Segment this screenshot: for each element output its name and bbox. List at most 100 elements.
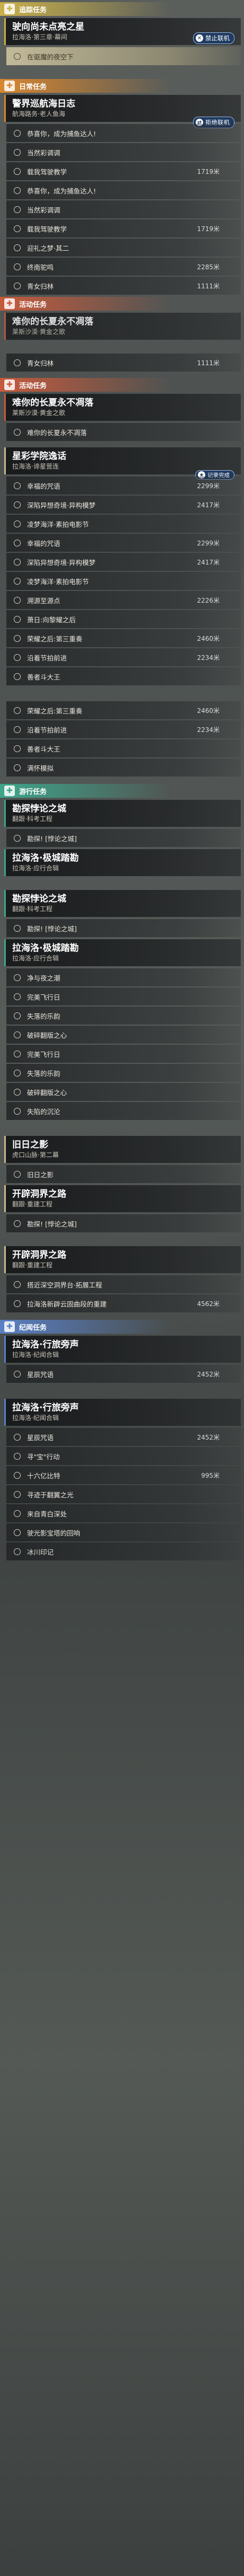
objective-row[interactable]: 沿着节拍前进 2234米 [6, 720, 241, 738]
quest-card-divine-1[interactable]: 拉海洛·行旅旁声 拉海洛·纪闻合辑 [4, 1336, 241, 1363]
quest-card-roam-3[interactable]: 勘探悖论之城 翻跟·科考工程 [4, 890, 241, 917]
objective-row[interactable]: 拉海洛新辟云固曲段的重建 4562米 [6, 1294, 241, 1312]
section-roaming[interactable]: ✚ 游行任务 [0, 784, 244, 798]
quest-card-divine-2[interactable]: 拉海洛·行旅旁声 拉海洛·纪闻合辑 [4, 1399, 241, 1426]
objective-row[interactable]: 青女归林 1111米 [6, 277, 241, 295]
objective-row[interactable]: 善者斗大王 [6, 739, 241, 757]
objective-row[interactable]: 恭喜你，成为捕鱼达人! [6, 124, 241, 142]
quest-card-shadow[interactable]: 旧日之影 虎口山脉·第二幕 [4, 1136, 241, 1163]
objective-check-icon [14, 359, 21, 366]
objective-label: 破碎翻版之心 [27, 1088, 67, 1097]
quest-title: 警界巡航海日志 [12, 99, 75, 109]
objective-row[interactable]: 凌梦海洋·素拍电影节 [6, 515, 241, 533]
objective-label: 善者斗大王 [27, 745, 60, 753]
objective-row[interactable]: 难你的长夏永不凋落 [6, 423, 241, 441]
objective-row[interactable]: 星辰咒语 2452米 [6, 1365, 241, 1383]
objective-label: 寻迹于翻翼之光 [27, 1490, 74, 1499]
objective-check-icon [14, 482, 21, 489]
tracked-objective[interactable]: 在驱魔的夜空下 ✕ 禁止联机 [6, 32, 241, 65]
objective-row[interactable]: 失落的乐韵 [6, 1064, 241, 1082]
objective-row[interactable]: 破碎翻版之心 [6, 1083, 241, 1101]
objective-row[interactable]: 载我驾驶教学 1719米 [6, 219, 241, 237]
objective-row[interactable]: 深陷异想奇境·异构模梦 2417米 [6, 553, 241, 571]
objective-label: 完美飞行日 [27, 993, 60, 1001]
objective-distance: 2417米 [197, 558, 220, 566]
section-title: 活动任务 [19, 301, 47, 309]
plus-icon: ✚ [4, 380, 15, 390]
quest-card-roam-1[interactable]: 勘探悖论之城 翻跟·科考工程 [4, 800, 241, 827]
quest-card-star[interactable]: 星彩学院逸话 拉海洛·谛星营连 ★ 记录完成 [4, 447, 241, 480]
objective-row[interactable]: 失陷的沉沦 [6, 1102, 241, 1120]
objective-label: 勘探! [悖论之城] [27, 834, 77, 843]
objective-row[interactable]: 十六亿比特 995米 [6, 1466, 241, 1484]
objective-row[interactable]: 驶光影宝塔的回响 [6, 1523, 241, 1541]
objective-row[interactable]: 幸福的咒语 2299米 [6, 534, 241, 552]
objective-row[interactable]: 载我驾驶教学 1719米 [6, 162, 241, 180]
objective-row[interactable]: 荣耀之后:第三重奏 2460米 [6, 701, 241, 719]
objective-row[interactable]: 旧日之影 [6, 1165, 241, 1183]
objective-label: 幸福的咒语 [27, 539, 60, 548]
objective-check-icon [14, 225, 21, 232]
section-event-2[interactable]: ✚ 活动任务 [0, 378, 244, 392]
objective-label: 恭喜你，成为捕鱼达人! [27, 187, 97, 195]
section-tracked[interactable]: ✚ 追踪任务 [0, 2, 244, 16]
objective-check-icon [14, 673, 21, 680]
objective-row[interactable]: 勘探! [悖论之城] [6, 919, 241, 937]
quest-card-event-2[interactable]: 难你的长夏永不凋落 莱斯沙漠·黄金之歌 [4, 394, 241, 421]
objective-row[interactable]: 勘探! [悖论之城] [6, 1214, 241, 1232]
quest-card-open-2[interactable]: 开辟洞界之路 翻跟·重建工程 [4, 1246, 241, 1273]
section-divine[interactable]: ✚ 纪闻任务 [0, 1320, 244, 1334]
section-event[interactable]: ✚ 活动任务 [0, 297, 244, 311]
objective-row[interactable]: 破碎翻版之心 [6, 1026, 241, 1044]
quest-title: 驶向尚未点亮之星 [12, 22, 84, 32]
objective-row[interactable]: 沿着节拍前进 2234米 [6, 648, 241, 666]
quest-subtitle: 翻跟·重建工程 [12, 1201, 53, 1208]
quest-card-roam-2[interactable]: 拉海洛·极城踏勘 拉海洛·应行合辑 [4, 849, 241, 876]
objective-row[interactable]: 完美飞行日 [6, 1045, 241, 1063]
objective-row[interactable]: 深陷异想奇境·异构模梦 2417米 [6, 496, 241, 514]
quest-subtitle: 莱斯沙漠·黄金之歌 [12, 328, 65, 336]
objective-label: 恭喜你，成为捕鱼达人! [27, 129, 97, 138]
objective-row[interactable]: 善者斗大王 [6, 667, 241, 685]
objective-check-icon [14, 924, 21, 932]
objective-row[interactable]: 寻"宝"行动 [6, 1447, 241, 1465]
objective-row[interactable]: 搭近深空洞界台·拓展工程 [6, 1275, 241, 1293]
objective-row[interactable]: 萧日:向黎耀之后 [6, 610, 241, 628]
quest-card-event[interactable]: 难你的长夏永不凋落 莱斯沙漠·黄金之歌 [4, 313, 241, 340]
quest-card-roam-4[interactable]: 拉海洛·极城踏勘 拉海洛·应行合辑 [4, 939, 241, 966]
objective-row[interactable]: 来自青白深处 [6, 1504, 241, 1522]
objective-row[interactable]: 星辰咒语 2452米 [6, 1428, 241, 1446]
objective-row[interactable]: 满怀模拟 [6, 758, 241, 777]
objective-check-icon [14, 282, 21, 289]
objective-row[interactable]: 当然彩调调 [6, 200, 241, 218]
objective-row[interactable]: 迎礼之梦·其二 [6, 239, 241, 257]
objective-check-icon [14, 615, 21, 623]
section-daily[interactable]: ✚ 日常任务 [0, 79, 244, 93]
objective-distance: 995米 [201, 1471, 220, 1479]
quest-title: 旧日之影 [12, 1140, 48, 1150]
objective-row[interactable]: 失落的乐韵 [6, 1007, 241, 1025]
objective-row[interactable]: 幸福的咒语 2299米 [6, 477, 241, 495]
objective-row[interactable]: 终南驼鸣 2285米 [6, 258, 241, 276]
objective-row[interactable]: 凌梦海洋·素拍电影节 [6, 572, 241, 590]
objective-row[interactable]: 恭喜你，成为捕鱼达人! [6, 181, 241, 199]
objective-row[interactable]: 勘探! [悖论之城] [6, 829, 241, 847]
objective-row[interactable]: 完美飞行日 [6, 987, 241, 1005]
star-list-2: 荣耀之后:第三重奏 2460米 沿着节拍前进 2234米善者斗大王满怀模拟 [0, 701, 244, 777]
objective-label: 溯源至源点 [27, 596, 60, 605]
objective-row[interactable]: 荣耀之后:第三重奏 2460米 [6, 629, 241, 647]
objective-row[interactable]: 冰川印记 [6, 1542, 241, 1560]
objective-check-icon [14, 974, 21, 981]
divine-list-1: 星辰咒语 2452米 [0, 1365, 244, 1383]
objective-check-icon [14, 1300, 21, 1307]
objective-row[interactable]: 寻迹于翻翼之光 [6, 1485, 241, 1503]
objective-row[interactable]: 净与夜之潮 [6, 968, 241, 986]
objective-row[interactable]: 溯源至源点 2226米 [6, 591, 241, 609]
quest-subtitle: 拉海洛·应行合辑 [12, 864, 59, 872]
quest-card-daily[interactable]: 警界巡航海日志 航海路务·老人鱼海 ⇄ 拒绝联机 [4, 95, 241, 128]
objective-row[interactable]: 青女归林 1111米 [6, 354, 241, 372]
quest-panel: ✚ 追踪任务 驶向尚未点亮之星 拉海洛·第三章·幕间 在驱魔的夜空下 ✕ 禁止联机… [0, 0, 244, 1562]
objective-row[interactable]: 当然彩调调 [6, 143, 241, 161]
objective-distance: 1719米 [197, 225, 220, 233]
quest-card-open-1[interactable]: 开辟洞界之路 翻跟·重建工程 [4, 1185, 241, 1212]
